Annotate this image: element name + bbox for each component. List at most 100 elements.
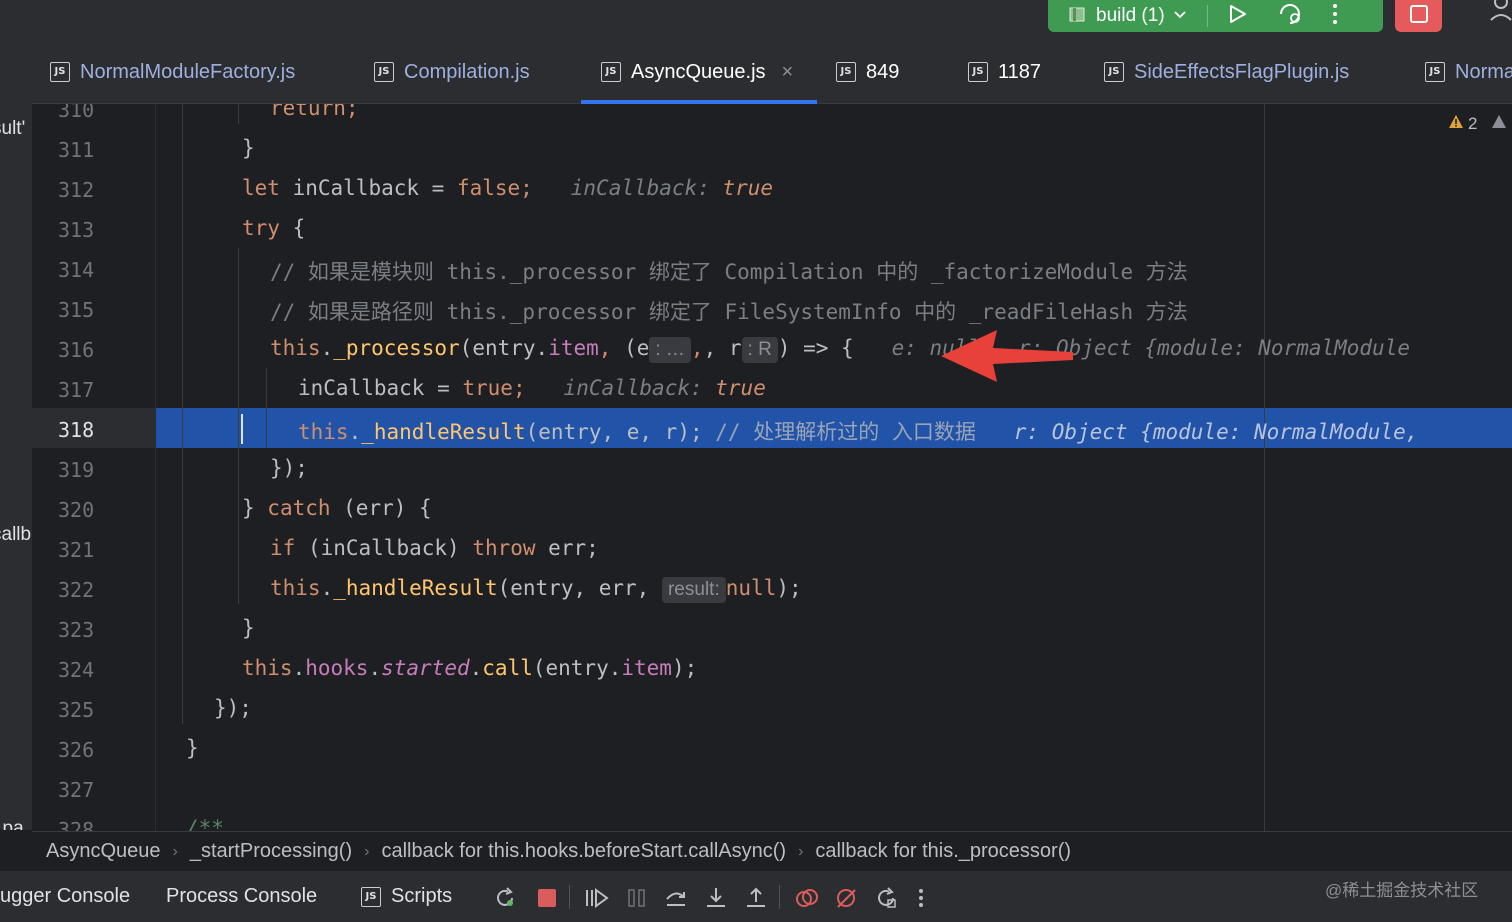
tab-label: Norma <box>1455 60 1512 83</box>
line-number: 323 <box>58 618 95 642</box>
top-toolbar: build (1) <box>0 0 1512 40</box>
indent-guide <box>238 104 239 124</box>
code-line: }); <box>270 456 308 480</box>
tab-label: Compilation.js <box>404 60 530 83</box>
tab-scripts[interactable]: JS Scripts <box>361 871 452 922</box>
weak-warning-icon <box>1491 114 1507 134</box>
breadcrumb-item[interactable]: callback for this.hooks.beforeStart.call… <box>381 840 786 863</box>
right-margin-guide <box>1264 104 1265 831</box>
code-line: inCallback = true; inCallback: true <box>298 376 766 400</box>
more-icon[interactable] <box>1332 3 1338 30</box>
mute-breakpoints-icon[interactable] <box>835 887 857 909</box>
left-strip-text: , pa <box>0 818 24 830</box>
line-number: 325 <box>58 698 95 722</box>
stop-icon <box>1408 3 1430 30</box>
code-line: this._handleResult(entry, err, result: nu… <box>270 576 802 603</box>
line-number: 321 <box>58 538 95 562</box>
inspection-widget[interactable]: 2 <box>1448 114 1507 134</box>
js-file-icon: JS <box>374 62 394 82</box>
build-config-icon <box>1068 5 1086 28</box>
run-configuration-widget[interactable]: build (1) <box>1048 0 1383 32</box>
breadcrumb-item[interactable]: AsyncQueue <box>46 840 161 863</box>
code-line: } <box>242 136 255 160</box>
code-line: try { <box>242 216 306 240</box>
js-file-icon: JS <box>836 62 856 82</box>
parameter-hint: : … <box>649 337 691 363</box>
chevron-right-icon: › <box>172 842 178 860</box>
step-into-icon[interactable] <box>705 887 727 909</box>
breadcrumb: AsyncQueue › _startProcessing() › callba… <box>32 831 1512 871</box>
line-number: 327 <box>58 778 95 802</box>
line-number: 316 <box>58 338 95 362</box>
line-number: 310 <box>58 104 95 122</box>
tab-label: SideEffectsFlagPlugin.js <box>1134 60 1350 83</box>
step-out-icon[interactable] <box>745 887 767 909</box>
line-number: 328 <box>58 818 95 831</box>
editor-tabs: JS NormalModuleFactory.js JS Compilation.j… <box>32 40 1512 104</box>
line-number: 317 <box>58 378 95 402</box>
line-number-current: 318 <box>58 418 95 442</box>
debug-toolbar: ugger Console Process Console JS Scripts <box>0 871 1512 922</box>
tab-label: NormalModuleFactory.js <box>80 60 296 83</box>
code-line: } <box>186 736 199 760</box>
tab-asyncqueue[interactable]: JS AsyncQueue.js × <box>601 40 793 104</box>
step-over-icon[interactable] <box>665 887 687 909</box>
js-file-icon: JS <box>601 62 621 82</box>
indent-guide <box>238 248 239 604</box>
parameter-hint: result: <box>661 577 726 603</box>
tab-normalmodule[interactable]: JS Norma <box>1425 40 1512 104</box>
play-icon[interactable] <box>1226 3 1248 30</box>
stop-button[interactable] <box>1395 0 1442 32</box>
code-editor[interactable]: 310 311 312 313 314 315 316 317 318 319 … <box>32 104 1512 831</box>
caret <box>241 414 243 444</box>
pause-icon[interactable] <box>626 887 648 909</box>
view-breakpoints-icon[interactable] <box>795 887 818 909</box>
line-number-gutter[interactable]: 310 311 312 313 314 315 316 317 318 319 … <box>32 104 156 831</box>
code-line: this.hooks.started.call(entry.item); <box>242 656 698 680</box>
tab-compilation[interactable]: JS Compilation.js <box>374 40 530 104</box>
tab-normalmodulefactory[interactable]: JS NormalModuleFactory.js <box>50 40 295 104</box>
tab-label: 1187 <box>998 60 1042 83</box>
watermark: @稀土掘金技术社区 <box>1325 881 1479 900</box>
more-icon[interactable] <box>918 887 940 909</box>
close-icon[interactable]: × <box>782 61 794 84</box>
reset-frame-icon[interactable] <box>875 887 897 909</box>
parameter-hint: : R <box>741 337 778 363</box>
user-icon[interactable] <box>1490 0 1512 29</box>
line-number: 324 <box>58 658 95 682</box>
stop-icon[interactable] <box>536 887 558 909</box>
tab-label: 849 <box>866 60 900 83</box>
js-file-icon: JS <box>968 62 988 82</box>
code-line: return; <box>270 104 359 120</box>
warning-count: 2 <box>1468 114 1478 133</box>
line-number: 322 <box>58 578 95 602</box>
chevron-down-icon[interactable] <box>1173 7 1187 26</box>
tab-849[interactable]: JS 849 <box>836 40 899 104</box>
tab-sideeffectsflagplugin[interactable]: JS SideEffectsFlagPlugin.js <box>1104 40 1349 104</box>
tab-1187[interactable]: JS 1187 <box>968 40 1041 104</box>
js-file-icon: JS <box>50 62 70 82</box>
run-config-label[interactable]: build (1) <box>1096 5 1165 27</box>
code-line: } catch (err) { <box>242 496 432 520</box>
tab-process-console[interactable]: Process Console <box>166 871 317 922</box>
line-number: 312 <box>58 178 95 202</box>
breadcrumb-item[interactable]: callback for this._processor() <box>815 840 1071 863</box>
breadcrumb-item[interactable]: _startProcessing() <box>190 840 352 863</box>
divider <box>779 885 780 909</box>
line-number: 313 <box>58 218 95 242</box>
tab-label: AsyncQueue.js <box>631 60 766 83</box>
chevron-right-icon: › <box>798 842 804 860</box>
code-line: /** <box>186 816 224 831</box>
js-file-icon: JS <box>361 886 381 907</box>
left-strip-text: sult' <box>0 118 26 139</box>
line-number: 326 <box>58 738 95 762</box>
code-comment: // 如果是路径则 this._processor 绑定了 FileSystem… <box>270 300 1188 324</box>
rerun-icon[interactable] <box>494 887 516 909</box>
divider <box>1206 5 1208 27</box>
resume-icon[interactable] <box>585 887 609 909</box>
tab-debugger-console[interactable]: ugger Console <box>0 871 130 922</box>
js-file-icon: JS <box>1425 62 1445 82</box>
indent-guide <box>266 368 267 448</box>
debug-icon[interactable] <box>1278 2 1304 31</box>
js-file-icon: JS <box>1104 62 1124 82</box>
